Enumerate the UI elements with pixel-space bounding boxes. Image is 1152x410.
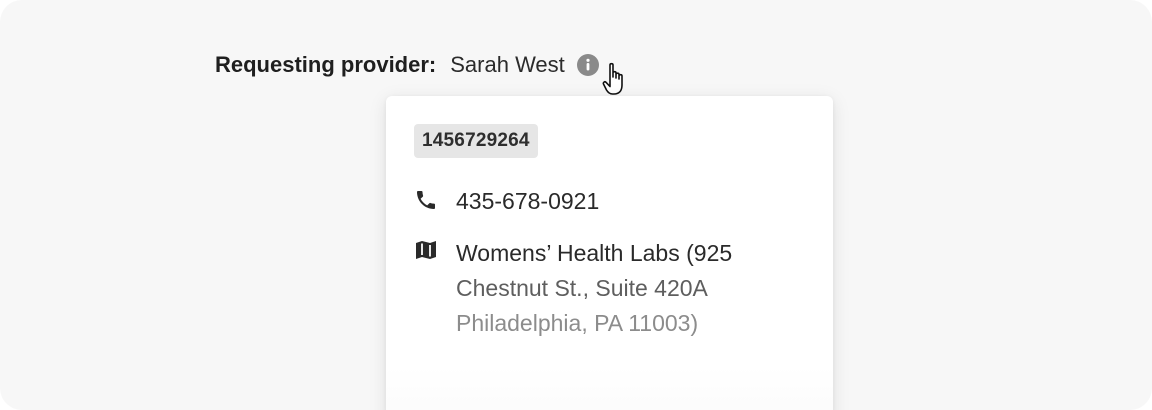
address-text: Womens’ Health Labs (925 Chestnut St., S… [456, 236, 732, 341]
requesting-provider-label: Requesting provider: [215, 52, 437, 77]
phone-icon [414, 186, 442, 214]
hand-pointer-cursor-icon [602, 62, 623, 95]
address-line: Womens’ Health Labs (925 [456, 240, 733, 266]
info-icon[interactable] [576, 54, 599, 76]
provider-name: Sarah West [450, 52, 565, 77]
npi-badge: 1456729264 [414, 124, 538, 158]
popover-fade [386, 366, 833, 410]
canvas: Requesting provider: Sarah West 14567292… [0, 0, 1152, 410]
phone-row: 435-678-0921 [414, 186, 599, 216]
address-line: Chestnut St., Suite 420A [456, 275, 708, 301]
provider-details-popover: 1456729264 435-678-0921 Womens’ Health L… [386, 96, 833, 410]
address-row: Womens’ Health Labs (925 Chestnut St., S… [414, 236, 732, 341]
address-line: Philadelphia, PA 11003) [456, 310, 699, 336]
requesting-provider-row: Requesting provider: Sarah West [215, 50, 599, 80]
map-icon [414, 236, 442, 264]
phone-number: 435-678-0921 [456, 188, 600, 214]
